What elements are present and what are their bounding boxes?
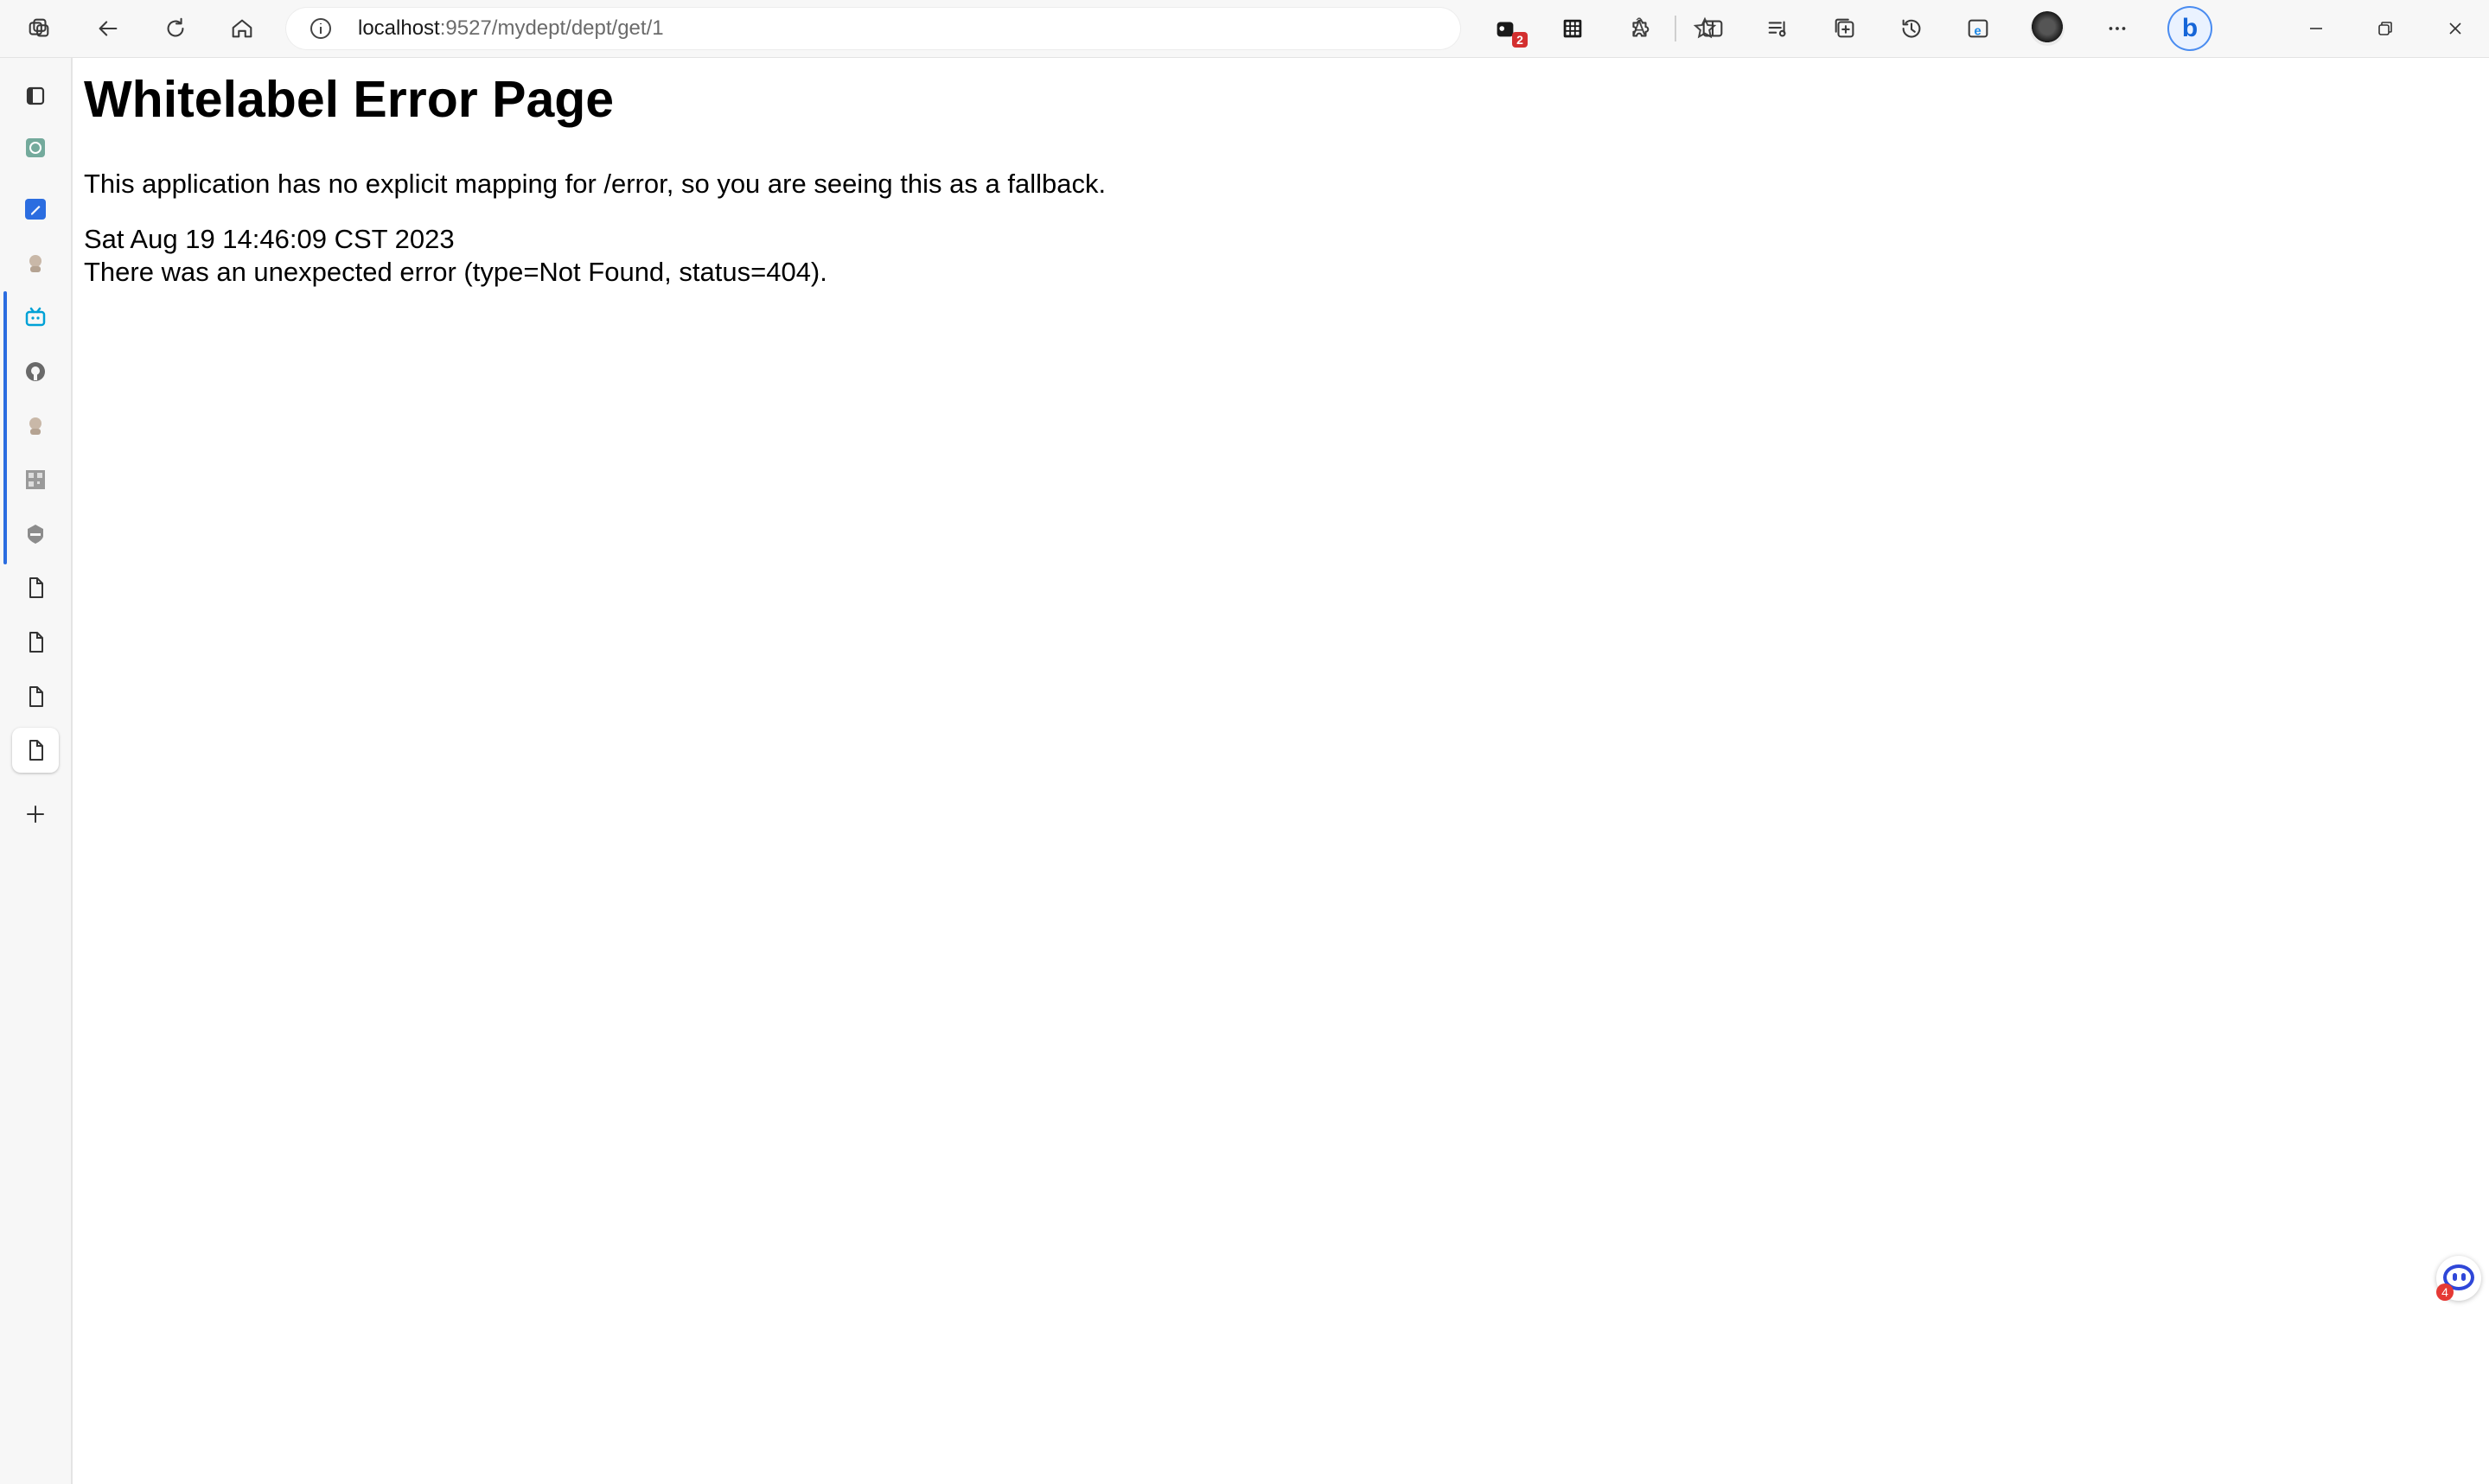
avatar-favicon-icon[interactable] — [12, 241, 59, 286]
extension-badge: 2 — [1512, 32, 1528, 48]
page-icon[interactable] — [12, 565, 59, 610]
refresh-icon[interactable] — [155, 8, 196, 49]
minimize-icon[interactable] — [2294, 12, 2338, 45]
extensions-puzzle-icon[interactable] — [1618, 8, 1660, 49]
browser-toolbar: localhost:9527/mydept/dept/get/1 Â 2 e … — [0, 0, 2489, 58]
workspaces-icon[interactable] — [18, 8, 60, 49]
address-bar[interactable]: localhost:9527/mydept/dept/get/1 Â — [285, 7, 1717, 50]
url-path: :9527/mydept/dept/get/1 — [439, 16, 664, 40]
floating-assistant-button[interactable]: 4 — [2436, 1256, 2481, 1301]
restore-icon[interactable] — [2364, 12, 2407, 45]
calculator-grid-icon[interactable] — [1552, 8, 1593, 49]
assistant-eye — [2453, 1273, 2457, 1281]
page-title: Whitelabel Error Page — [84, 71, 615, 128]
history-icon[interactable] — [1891, 8, 1932, 49]
chatgpt-icon[interactable] — [12, 125, 59, 170]
plus-icon[interactable] — [12, 792, 59, 837]
page-icon[interactable] — [12, 620, 59, 665]
page-content: Whitelabel Error Page This application h… — [84, 58, 2479, 1475]
profile-avatar[interactable] — [2030, 11, 2065, 46]
bilibili-icon[interactable] — [12, 295, 59, 340]
bing-copilot-icon[interactable]: b — [2167, 6, 2212, 51]
page-icon[interactable] — [12, 674, 59, 719]
page-icon[interactable] — [12, 728, 59, 773]
collections-icon[interactable] — [1824, 8, 1866, 49]
vertical-tabs-sidebar — [0, 58, 73, 1484]
media-playlist-icon[interactable] — [1758, 8, 1799, 49]
error-timestamp: Sat Aug 19 14:46:09 CST 2023 — [84, 224, 455, 254]
back-icon[interactable] — [87, 8, 129, 49]
tab-group-indicator — [3, 291, 7, 564]
shield-favicon-icon[interactable] — [12, 512, 59, 557]
assistant-badge: 4 — [2436, 1283, 2454, 1301]
qr-favicon-icon[interactable] — [12, 457, 59, 502]
tab-actions-icon[interactable] — [12, 73, 59, 118]
svg-text:e: e — [1974, 24, 1981, 39]
more-options-icon[interactable] — [2097, 8, 2138, 49]
assistant-eye — [2461, 1273, 2466, 1281]
avatar-favicon-icon[interactable] — [12, 404, 59, 449]
error-description: This application has no explicit mapping… — [84, 169, 1107, 199]
toolbar-divider — [1675, 16, 1676, 41]
site-info-icon[interactable] — [308, 16, 334, 41]
split-screen-icon[interactable] — [1692, 8, 1733, 49]
url-text[interactable]: localhost:9527/mydept/dept/get/1 — [358, 16, 664, 41]
internet-explorer-mode-icon[interactable]: e — [1957, 8, 1999, 49]
url-host: localhost — [358, 16, 440, 40]
github-icon[interactable] — [12, 349, 59, 394]
edit-app-icon[interactable] — [12, 187, 59, 232]
error-detail: There was an unexpected error (type=Not … — [84, 257, 827, 287]
extension-icon[interactable]: 2 — [1484, 8, 1528, 49]
close-icon[interactable] — [2434, 12, 2477, 45]
home-icon[interactable] — [221, 8, 263, 49]
